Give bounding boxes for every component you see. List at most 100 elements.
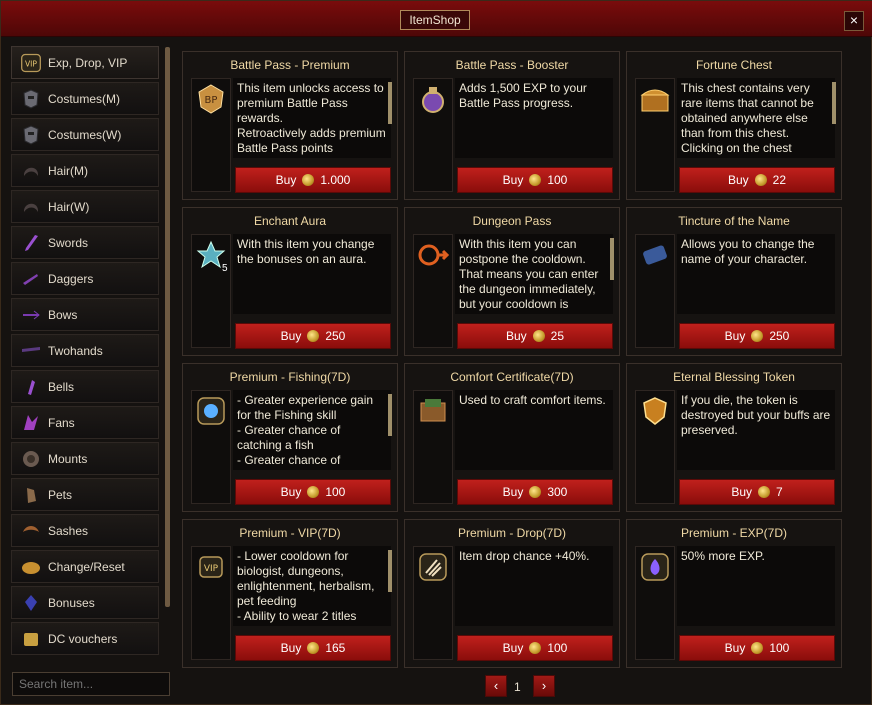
- search-input[interactable]: [12, 672, 170, 696]
- shop-item-card: Comfort Certificate(7D) Used to craft com…: [404, 363, 620, 512]
- sidebar-item-hair-m[interactable]: Hair(M): [11, 154, 159, 187]
- item-title: Premium - Drop(7D): [457, 526, 566, 540]
- change-icon: [20, 556, 42, 578]
- voucher-icon: [20, 628, 42, 650]
- buy-button[interactable]: Buy 165: [235, 635, 391, 661]
- description-scrollbar[interactable]: [832, 82, 836, 124]
- sidebar-item-label: Bonuses: [48, 595, 95, 610]
- sidebar-scrollbar[interactable]: [165, 47, 170, 607]
- buy-label: Buy: [280, 641, 302, 655]
- sidebar-item-sashes[interactable]: Sashes: [11, 514, 159, 547]
- item-icon-slot[interactable]: [413, 234, 453, 348]
- sidebar-item-label: Sashes: [48, 523, 89, 538]
- shop-item-card: Premium - EXP(7D) 50% more EXP. Buy 100: [626, 519, 842, 668]
- sidebar-item-exp-drop-vip[interactable]: VIP Exp, Drop, VIP: [11, 46, 159, 79]
- item-icon-slot[interactable]: [413, 546, 453, 660]
- item-icon-slot[interactable]: 5: [191, 234, 231, 348]
- item-title: Battle Pass - Premium: [230, 58, 350, 72]
- description-scrollbar[interactable]: [388, 394, 392, 436]
- coin-icon: [302, 174, 315, 186]
- item-description: - Greater experience gain for the Fishin…: [233, 390, 391, 470]
- buy-button[interactable]: Buy 100: [457, 635, 613, 661]
- title-bar[interactable]: ItemShop ×: [1, 1, 872, 37]
- item-icon-slot[interactable]: [413, 390, 453, 504]
- item-icon-slot[interactable]: [635, 234, 675, 348]
- item-icon-slot[interactable]: VIP: [191, 546, 231, 660]
- potion-icon: [417, 83, 449, 115]
- sash-icon: [20, 520, 42, 542]
- dagger-icon: [20, 268, 42, 290]
- item-icon-slot[interactable]: [413, 78, 453, 192]
- item-title: Tincture of the Name: [678, 214, 790, 228]
- coin-icon: [529, 642, 542, 654]
- buy-button[interactable]: Buy 250: [235, 323, 391, 349]
- sidebar-item-fans[interactable]: Fans: [11, 406, 159, 439]
- item-icon-slot[interactable]: [635, 390, 675, 504]
- sidebar-item-swords[interactable]: Swords: [11, 226, 159, 259]
- sidebar-item-label: Costumes(M): [48, 91, 121, 106]
- sidebar-item-label: Swords: [48, 235, 89, 250]
- buy-button[interactable]: Buy 100: [457, 167, 613, 193]
- sidebar-item-label: Pets: [48, 487, 73, 502]
- shop-item-card: Premium - VIP(7D) VIP - Lower cooldown for…: [182, 519, 398, 668]
- coin-icon: [529, 174, 542, 186]
- buy-button[interactable]: Buy 7: [679, 479, 835, 505]
- item-icon-slot[interactable]: [191, 390, 231, 504]
- sidebar-item-costumes-w[interactable]: Costumes(W): [11, 118, 159, 151]
- sidebar-item-label: Hair(M): [48, 163, 88, 178]
- buy-label: Buy: [731, 485, 752, 499]
- shield-icon: [639, 395, 671, 427]
- sidebar-item-pets[interactable]: Pets: [11, 478, 159, 511]
- item-icon-slot[interactable]: BP: [191, 78, 231, 192]
- sidebar-item-label: Exp, Drop, VIP: [48, 55, 128, 70]
- sidebar-item-hair-w[interactable]: Hair(W): [11, 190, 159, 223]
- sidebar-item-bells[interactable]: Bells: [11, 370, 159, 403]
- item-price: 1.000: [320, 173, 351, 187]
- item-description: This item unlocks access to premium Batt…: [233, 78, 391, 158]
- description-scrollbar[interactable]: [610, 238, 614, 280]
- vip-icon: VIP: [20, 52, 42, 74]
- item-price: 7: [776, 485, 783, 499]
- buy-button[interactable]: Buy 1.000: [235, 167, 391, 193]
- buy-button[interactable]: Buy 250: [679, 323, 835, 349]
- sidebar-item-bows[interactable]: Bows: [11, 298, 159, 331]
- item-title: Comfort Certificate(7D): [450, 370, 574, 384]
- item-price: 22: [772, 173, 787, 187]
- certificate-icon: [417, 395, 449, 427]
- hair-icon: [20, 160, 42, 182]
- sidebar-item-daggers[interactable]: Daggers: [11, 262, 159, 295]
- bonus-icon: [20, 592, 42, 614]
- next-page-button[interactable]: ›: [533, 675, 555, 697]
- coin-icon: [307, 486, 320, 498]
- close-button[interactable]: ×: [844, 11, 864, 31]
- buy-label: Buy: [505, 329, 527, 343]
- coin-icon: [751, 642, 764, 654]
- sidebar-item-label: Daggers: [48, 271, 94, 286]
- item-icon-slot[interactable]: [635, 78, 675, 192]
- page-number: 1: [514, 680, 521, 694]
- sword-icon: [20, 232, 42, 254]
- item-price: 100: [547, 173, 568, 187]
- item-icon-slot[interactable]: [635, 546, 675, 660]
- itemshop-window: ItemShop × VIP Exp, Drop, VIP Costumes(M) C…: [0, 0, 872, 705]
- sidebar-item-dc-vouchers[interactable]: DC vouchers: [11, 622, 159, 655]
- shop-item-card: Enchant Aura 5 With this item you change t…: [182, 207, 398, 356]
- item-price: 165: [325, 641, 346, 655]
- sidebar-item-bonuses[interactable]: Bonuses: [11, 586, 159, 619]
- prev-page-button[interactable]: ‹: [485, 675, 507, 697]
- description-scrollbar[interactable]: [388, 550, 392, 592]
- sidebar-item-costumes-m[interactable]: Costumes(M): [11, 82, 159, 115]
- dungeon-clock-icon: [417, 239, 449, 271]
- buy-button[interactable]: Buy 100: [235, 479, 391, 505]
- buy-button[interactable]: Buy 22: [679, 167, 835, 193]
- sidebar-item-change-reset[interactable]: Change/Reset: [11, 550, 159, 583]
- buy-button[interactable]: Buy 300: [457, 479, 613, 505]
- sidebar-item-twohands[interactable]: Twohands: [11, 334, 159, 367]
- sidebar-item-label: Hair(W): [48, 199, 90, 214]
- description-scrollbar[interactable]: [388, 82, 392, 124]
- buy-button[interactable]: Buy 25: [457, 323, 613, 349]
- flame-icon: [639, 551, 671, 583]
- buy-button[interactable]: Buy 100: [679, 635, 835, 661]
- sidebar-item-mounts[interactable]: Mounts: [11, 442, 159, 475]
- window-title: ItemShop: [400, 10, 470, 30]
